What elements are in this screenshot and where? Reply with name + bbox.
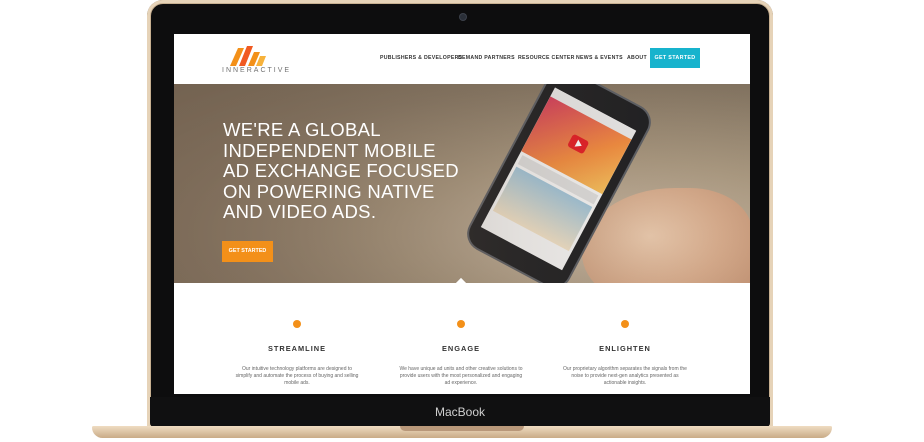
hero-section: WE'RE A GLOBAL INDEPENDENT MOBILE AD EXC…: [174, 84, 750, 283]
features-section: STREAMLINE Our intuitive technology plat…: [174, 283, 750, 394]
feature-title: ENLIGHTEN: [599, 344, 651, 353]
feature-text: Our proprietary algorithm separates the …: [563, 366, 687, 386]
get-started-nav-button[interactable]: GET STARTED: [650, 48, 700, 68]
dot-icon: [457, 320, 465, 328]
laptop-screen: INNERACTIVE PUBLISHERS & DEVELOPERS DEMA…: [174, 34, 750, 394]
logo-icon[interactable]: [230, 44, 266, 66]
feature-title: STREAMLINE: [267, 344, 327, 353]
feature-title: ENGAGE: [441, 344, 481, 353]
device-brand-label: MacBook: [150, 397, 770, 427]
feature-text: We have unique ad units and other creati…: [399, 366, 523, 386]
logo-text[interactable]: INNERACTIVE: [222, 67, 291, 74]
feature-engage: ENGAGE We have unique ad units and other…: [396, 283, 526, 387]
camera-icon: [460, 14, 466, 20]
nav-about[interactable]: ABOUT: [627, 55, 647, 61]
get-started-hero-button[interactable]: GET STARTED: [222, 241, 273, 262]
site-header: INNERACTIVE PUBLISHERS & DEVELOPERS DEMA…: [174, 34, 750, 84]
dot-icon: [293, 320, 301, 328]
dot-icon: [621, 320, 629, 328]
nav-resource-center[interactable]: RESOURCE CENTER: [518, 55, 575, 61]
feature-streamline: STREAMLINE Our intuitive technology plat…: [232, 283, 362, 387]
laptop-base-notch: [400, 426, 524, 431]
feature-enlighten: ENLIGHTEN Our proprietary algorithm sepa…: [560, 283, 690, 387]
nav-publishers-developers[interactable]: PUBLISHERS & DEVELOPERS: [380, 55, 462, 61]
feature-text: Our intuitive technology platforms are d…: [235, 366, 359, 386]
nav-demand-partners[interactable]: DEMAND PARTNERS: [458, 55, 515, 61]
nav-news-events[interactable]: NEWS & EVENTS: [576, 55, 623, 61]
hero-headline: WE'RE A GLOBAL INDEPENDENT MOBILE AD EXC…: [223, 119, 459, 222]
